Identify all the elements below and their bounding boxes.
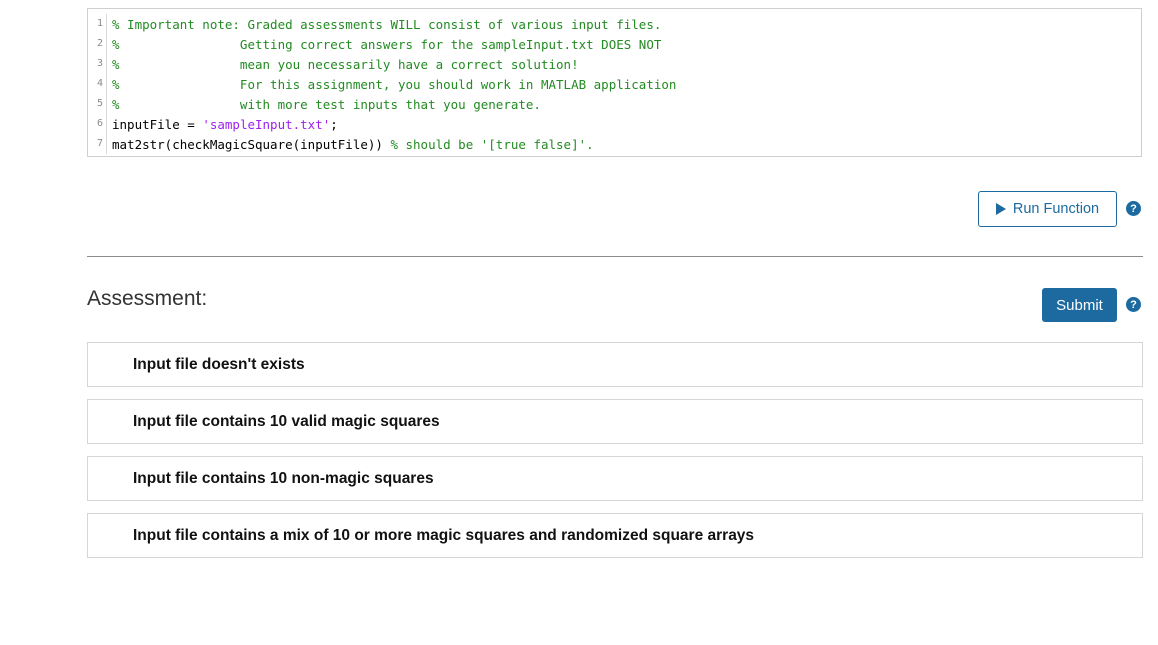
code-token: % with more test inputs that you generat… (112, 96, 541, 112)
line-number: 1 (88, 14, 107, 34)
code-token: 'sampleInput.txt' (202, 116, 331, 132)
code-line: 6 inputFile = 'sampleInput.txt'; (88, 114, 1141, 134)
code-token: ; (330, 116, 338, 132)
section-divider (87, 256, 1143, 257)
code-token: % should be '[true false]'. (390, 136, 594, 152)
code-token: % Getting correct answers for the sample… (112, 36, 662, 52)
code-token: mat2str(checkMagicSquare(inputFile)) (112, 136, 391, 152)
line-number: 7 (88, 134, 107, 154)
code-line: 2 % Getting correct answers for the sampl… (88, 34, 1141, 54)
code-lines: 1 % Important note: Graded assessments WI… (88, 14, 1141, 154)
submit-button[interactable]: Submit (1042, 288, 1117, 322)
run-function-button[interactable]: Run Function (978, 191, 1117, 227)
line-number: 4 (88, 74, 107, 94)
assessment-test-list: Input file doesn't exists Input file con… (87, 342, 1143, 570)
assessment-title: Assessment: (87, 287, 208, 310)
run-help-icon[interactable]: ? (1126, 201, 1141, 216)
test-item[interactable]: Input file contains 10 valid magic squar… (87, 399, 1143, 444)
play-icon (995, 203, 1006, 215)
code-line: 1 % Important note: Graded assessments WI… (88, 14, 1141, 34)
line-number: 2 (88, 34, 107, 54)
line-number: 5 (88, 94, 107, 114)
code-editor[interactable]: 1 % Important note: Graded assessments WI… (87, 8, 1142, 157)
test-item[interactable]: Input file doesn't exists (87, 342, 1143, 387)
line-number: 3 (88, 54, 107, 74)
code-line: 5 % with more test inputs that you genera… (88, 94, 1141, 114)
submit-help-icon[interactable]: ? (1126, 297, 1141, 312)
run-function-label: Run Function (1012, 201, 1100, 217)
code-token: % For this assignment, you should work i… (112, 76, 677, 92)
code-token: % Important note: Graded assessments WIL… (112, 16, 662, 32)
code-line: 3 % mean you necessarily have a correct s… (88, 54, 1141, 74)
code-token: inputFile = (112, 116, 203, 132)
test-item[interactable]: Input file contains a mix of 10 or more … (87, 513, 1143, 558)
line-number: 6 (88, 114, 107, 134)
code-line: 7 mat2str(checkMagicSquare(inputFile)) % … (88, 134, 1141, 154)
code-line: 4 % For this assignment, you should work … (88, 74, 1141, 94)
code-token: % mean you necessarily have a correct so… (112, 56, 579, 72)
test-item[interactable]: Input file contains 10 non-magic squares (87, 456, 1143, 501)
